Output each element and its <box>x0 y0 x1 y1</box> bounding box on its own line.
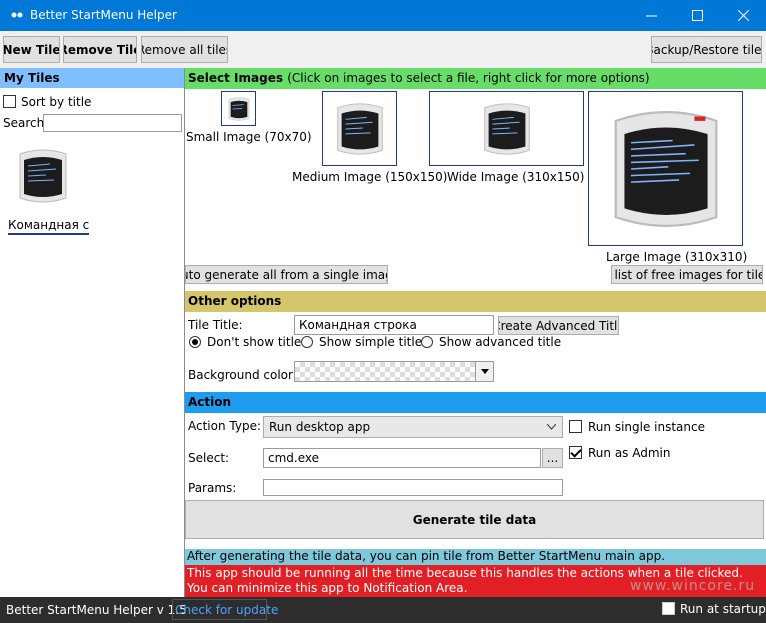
chevron-down-icon <box>480 369 489 374</box>
sidebar: My Tiles Sort by title Search: Командная… <box>0 68 185 597</box>
status-bar: Better StartMenu Helper v 1.5 Check for … <box>0 578 766 623</box>
medium-image-slot[interactable] <box>322 91 397 166</box>
run-as-admin-label: Run as Admin <box>588 446 671 460</box>
browse-button[interactable]: ... <box>542 448 563 468</box>
free-images-button[interactable]: A list of free images for tiles <box>611 265 763 284</box>
chevron-down-icon <box>547 424 556 430</box>
terminal-image-icon <box>614 110 717 227</box>
select-path-input[interactable]: cmd.exe <box>263 448 541 468</box>
select-images-header: Select Images (Click on images to select… <box>185 68 766 89</box>
run-single-instance-checkbox[interactable] <box>569 420 582 433</box>
run-as-admin-checkbox[interactable] <box>569 446 582 459</box>
minimize-button[interactable] <box>628 0 674 31</box>
action-header: Action <box>185 392 766 413</box>
other-options-header: Other options <box>185 291 766 312</box>
backup-restore-button[interactable]: Backup/Restore tiles <box>651 36 762 63</box>
run-at-startup-checkbox[interactable] <box>662 602 675 615</box>
tile-item-label: Командная с <box>8 218 90 235</box>
new-tile-button[interactable]: New Tile <box>3 36 60 63</box>
info-notice: After generating the tile data, you can … <box>185 549 766 565</box>
version-label: Better StartMenu Helper v 1.5 <box>6 603 187 617</box>
tile-title-input[interactable]: Командная строка <box>294 315 494 335</box>
remove-tile-button[interactable]: Remove Tile <box>63 36 137 63</box>
maximize-button[interactable] <box>674 0 720 31</box>
action-type-label: Action Type: <box>188 419 262 433</box>
sort-by-title-checkbox[interactable] <box>3 95 16 108</box>
check-for-update-link[interactable]: Check for update <box>172 599 278 620</box>
params-label: Params: <box>188 481 237 495</box>
tile-title-label: Tile Title: <box>188 318 243 332</box>
large-image-caption: Large Image (310x310) <box>606 250 748 264</box>
terminal-image-icon <box>483 102 530 155</box>
params-input[interactable] <box>263 479 563 496</box>
background-color-label: Background color: <box>188 368 297 382</box>
background-color-dropdown-button[interactable] <box>475 362 493 381</box>
terminal-image-icon <box>228 96 249 121</box>
action-type-select[interactable]: Run desktop app <box>263 416 563 438</box>
wide-image-slot[interactable] <box>429 91 584 166</box>
window-title: Better StartMenu Helper <box>30 8 177 22</box>
sidebar-header: My Tiles <box>0 68 184 88</box>
watermark: www.wincore.ru <box>630 578 756 594</box>
radio-dont-show-title[interactable] <box>189 336 201 348</box>
radio-show-simple-title[interactable] <box>301 336 313 348</box>
title-bar: Better StartMenu Helper <box>0 0 766 31</box>
create-advanced-title-button[interactable]: Create Advanced Title <box>498 316 619 335</box>
terminal-image-icon <box>336 102 383 155</box>
select-images-hint: (Click on images to select a file, right… <box>287 71 650 85</box>
large-image-slot[interactable] <box>588 91 743 246</box>
minimize-icon <box>645 15 657 17</box>
radio-dont-show-title-label: Don't show title <box>207 335 302 349</box>
small-image-caption: Small Image (70x70) <box>186 130 312 144</box>
radio-show-simple-title-label: Show simple title <box>319 335 423 349</box>
auto-generate-button[interactable]: Auto generate all from a single image <box>185 265 388 284</box>
medium-image-caption: Medium Image (150x150) <box>292 170 448 184</box>
wide-image-caption: Wide Image (310x150) <box>447 170 585 184</box>
tile-item[interactable]: Командная с <box>6 142 90 235</box>
small-image-slot[interactable] <box>221 91 256 126</box>
maximize-icon <box>691 10 703 21</box>
radio-show-advanced-title[interactable] <box>421 336 433 348</box>
generate-tile-data-button[interactable]: Generate tile data <box>185 500 764 539</box>
sort-by-title-label: Sort by title <box>21 95 92 109</box>
search-input[interactable] <box>43 114 182 132</box>
terminal-tile-icon <box>19 149 67 203</box>
select-images-title: Select Images <box>188 71 283 85</box>
action-type-value: Run desktop app <box>269 420 371 434</box>
background-color-picker[interactable] <box>294 361 494 382</box>
close-button[interactable] <box>720 0 766 31</box>
app-icon <box>11 12 23 18</box>
search-label: Search: <box>3 116 49 130</box>
run-at-startup-label: Run at startup <box>680 602 766 616</box>
toolbar: New Tile Remove Tile Remove all tiles Ba… <box>0 31 766 68</box>
close-icon <box>737 10 749 21</box>
run-single-instance-label: Run single instance <box>588 420 705 434</box>
select-label: Select: <box>188 451 230 465</box>
radio-show-advanced-title-label: Show advanced title <box>439 335 562 349</box>
remove-all-tiles-button[interactable]: Remove all tiles <box>141 36 228 63</box>
